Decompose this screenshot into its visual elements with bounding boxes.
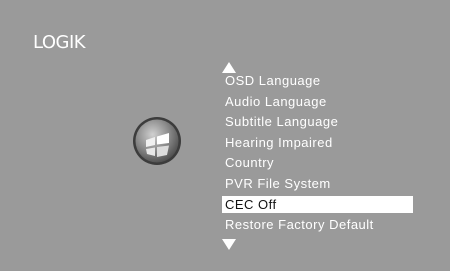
- brand-logo: LOGIK: [33, 32, 86, 53]
- settings-emblem-icon: [133, 117, 181, 165]
- menu-item-country[interactable]: Country: [222, 153, 413, 174]
- menu-item-osd-language[interactable]: OSD Language: [222, 71, 413, 92]
- menu-item-hearing-impaired[interactable]: Hearing Impaired: [222, 133, 413, 154]
- menu-item-audio-language[interactable]: Audio Language: [222, 92, 413, 113]
- menu-item-restore-factory-default[interactable]: Restore Factory Default: [222, 215, 413, 236]
- menu-item-pvr-file-system[interactable]: PVR File System: [222, 174, 413, 195]
- menu-item-subtitle-language[interactable]: Subtitle Language: [222, 112, 413, 133]
- arrow-down-icon[interactable]: [222, 239, 236, 250]
- settings-menu: OSD Language Audio Language Subtitle Lan…: [222, 71, 413, 235]
- tv-screen: LOGIK OSD Language Audio Language Subtit…: [0, 0, 450, 271]
- menu-item-cec[interactable]: CEC Off: [222, 196, 413, 213]
